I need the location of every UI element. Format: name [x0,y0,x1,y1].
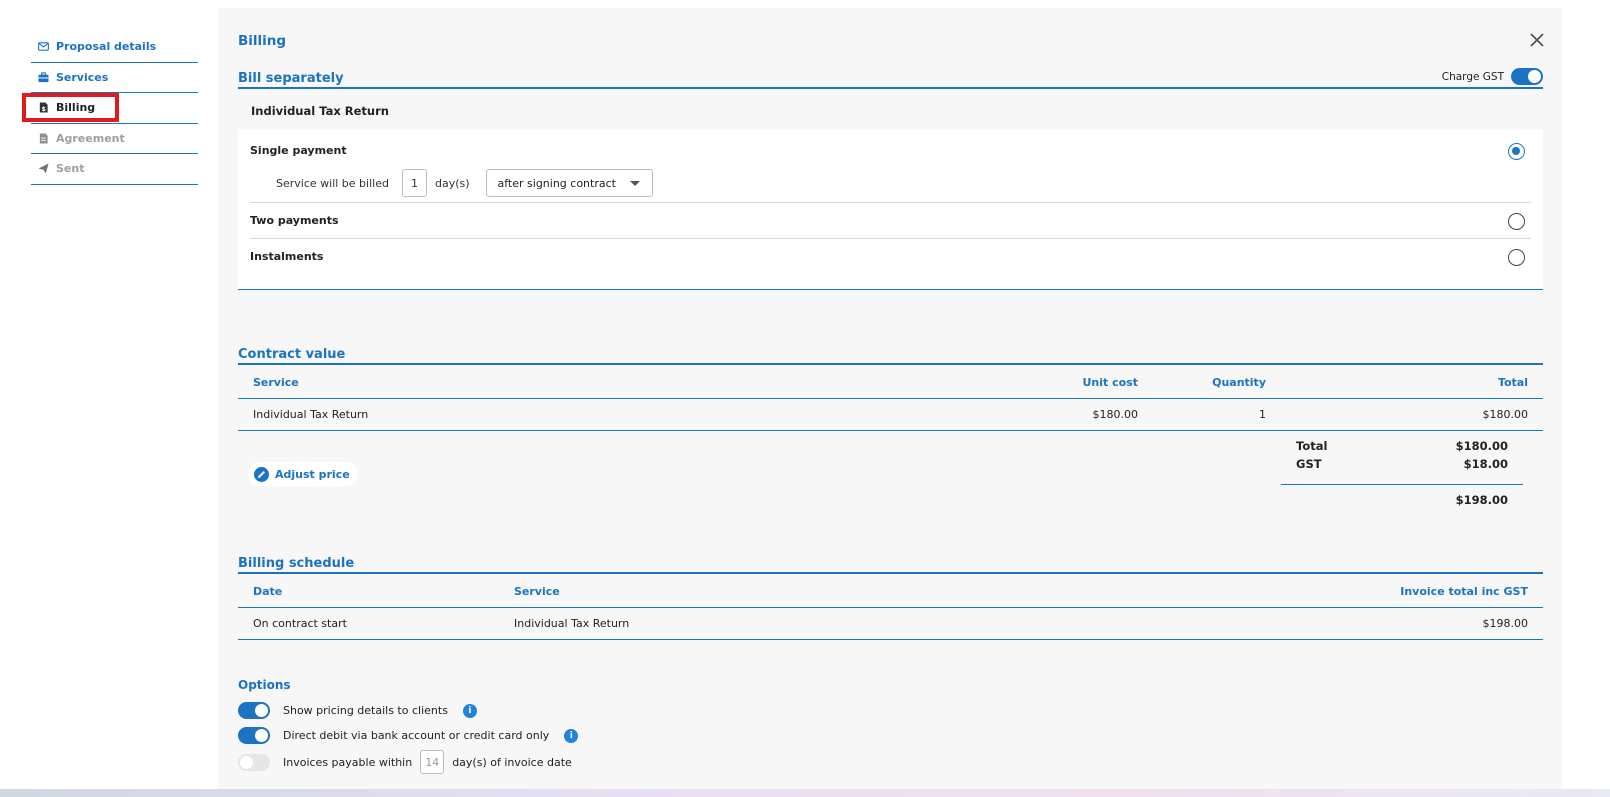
billing-schedule-header: Billing schedule [238,556,1543,574]
show-pricing-option: Show pricing details to clients i [238,702,477,719]
sidebar-item-agreement[interactable]: Agreement [31,124,198,154]
sidebar-item-billing[interactable]: $ Billing [31,93,198,124]
single-payment-option[interactable]: Single payment Service will be billed 1 … [250,129,1531,203]
contract-value-header: Contract value [238,347,1543,365]
options-heading: Options [238,678,291,692]
col-unit-cost: Unit cost [1082,376,1138,389]
chevron-down-icon [629,180,640,186]
adjust-price-label: Adjust price [275,467,350,481]
col-date: Date [253,585,283,598]
document-icon [39,133,48,144]
charge-gst-control: Charge GST [1442,68,1543,85]
os-taskbar [0,789,1610,797]
table-row: Individual Tax Return $180.00 1 $180.00 [238,399,1543,431]
col-service: Service [514,585,560,598]
col-quantity: Quantity [1212,376,1266,389]
info-icon[interactable]: i [462,703,477,718]
briefcase-icon [38,72,49,82]
bill-separately-heading: Bill separately [238,71,344,86]
charge-gst-label: Charge GST [1441,70,1504,83]
close-icon[interactable] [1529,32,1545,48]
sidebar-item-label: Proposal details [56,40,157,54]
grand-total-value: $198.00 [1455,493,1508,507]
two-payments-radio[interactable] [1508,213,1525,230]
billing-schedule-table: Date Service Invoice total inc GST On co… [238,576,1543,640]
gst-value: $18.00 [1463,456,1508,471]
table-row: On contract start Individual Tax Return … [238,608,1543,640]
billing-days-input[interactable]: 1 [401,169,427,197]
totals-total-row: Total $180.00 [1281,439,1523,457]
instalments-radio[interactable] [1508,249,1525,266]
sidebar-item-proposal-details[interactable]: Proposal details [31,32,198,63]
single-payment-radio[interactable] [1508,143,1525,160]
sidebar-item-label: Billing [56,101,96,115]
billing-timing-line: Service will be billed 1 day(s) after si… [276,169,653,197]
grand-total-row: $198.00 [1281,493,1523,513]
show-pricing-label: Show pricing details to clients [283,704,448,717]
invoices-payable-suffix: day(s) of invoice date [452,755,572,769]
billing-service-name: Individual Tax Return [251,104,389,118]
payment-options: Single payment Service will be billed 1 … [238,129,1543,290]
single-payment-label: Single payment [250,144,347,157]
row-service: Individual Tax Return [253,408,369,421]
row-total: $180.00 [1482,408,1529,421]
col-invoice-total: Invoice total inc GST [1400,585,1528,598]
invoice-icon: $ [39,102,48,113]
col-total: Total [1497,376,1528,389]
sidebar-nav: Proposal details Services $ Billing Agre… [31,32,198,185]
contract-totals: Total $180.00 GST $18.00 $198.00 [1281,439,1523,513]
two-payments-label: Two payments [250,214,339,227]
info-icon[interactable]: i [564,728,579,743]
row-quantity: 1 [1259,408,1266,421]
sidebar-item-label: Sent [56,162,85,176]
bill-separately-header: Bill separately Charge GST [238,68,1543,89]
invoices-payable-days-input[interactable]: 14 [420,750,445,774]
invoices-payable-prefix: Invoices payable within [283,755,413,769]
charge-gst-toggle[interactable] [1511,68,1543,85]
billed-prefix-text: Service will be billed [276,176,389,190]
row-date: On contract start [253,617,347,630]
envelope-icon [38,42,49,51]
billing-timing-value: after signing contract [497,176,616,190]
row-invoice-total: $198.00 [1482,617,1529,630]
invoices-payable-option: Invoices payable within 14 day(s) of inv… [238,750,572,774]
billing-schedule-heading: Billing schedule [238,556,355,571]
total-label: Total [1296,439,1328,453]
send-icon [38,163,49,174]
totals-gst-row: GST $18.00 [1281,457,1523,475]
contract-value-heading: Contract value [238,347,346,362]
pencil-icon [254,466,269,482]
direct-debit-toggle[interactable] [238,727,270,744]
invoices-payable-toggle[interactable] [238,753,270,771]
direct-debit-option: Direct debit via bank account or credit … [238,727,579,744]
sidebar-item-label: Services [56,70,109,84]
row-service: Individual Tax Return [514,617,630,630]
contract-value-table: Service Unit cost Quantity Total Individ… [238,367,1543,431]
sidebar-item-sent[interactable]: Sent [31,154,198,185]
show-pricing-toggle[interactable] [238,702,270,719]
row-unit-cost: $180.00 [1092,408,1139,421]
two-payments-option[interactable]: Two payments [250,203,1531,239]
table-header-row: Date Service Invoice total inc GST [238,576,1543,608]
sidebar-item-services[interactable]: Services [31,63,198,93]
sidebar-item-label: Agreement [56,131,125,145]
svg-text:$: $ [41,105,46,113]
direct-debit-label: Direct debit via bank account or credit … [283,729,550,742]
total-value: $180.00 [1455,439,1508,453]
billing-panel: Billing Bill separately Charge GST Indiv… [218,8,1562,797]
adjust-price-button[interactable]: Adjust price [248,462,358,486]
days-unit-text: day(s) [434,176,470,190]
totals-divider [1281,484,1523,485]
table-header-row: Service Unit cost Quantity Total [238,367,1543,399]
page-title: Billing [238,33,287,49]
instalments-option[interactable]: Instalments [250,239,1531,279]
col-service: Service [253,376,299,389]
instalments-label: Instalments [250,250,324,263]
billing-timing-select[interactable]: after signing contract [485,169,653,197]
gst-label: GST [1296,456,1322,471]
